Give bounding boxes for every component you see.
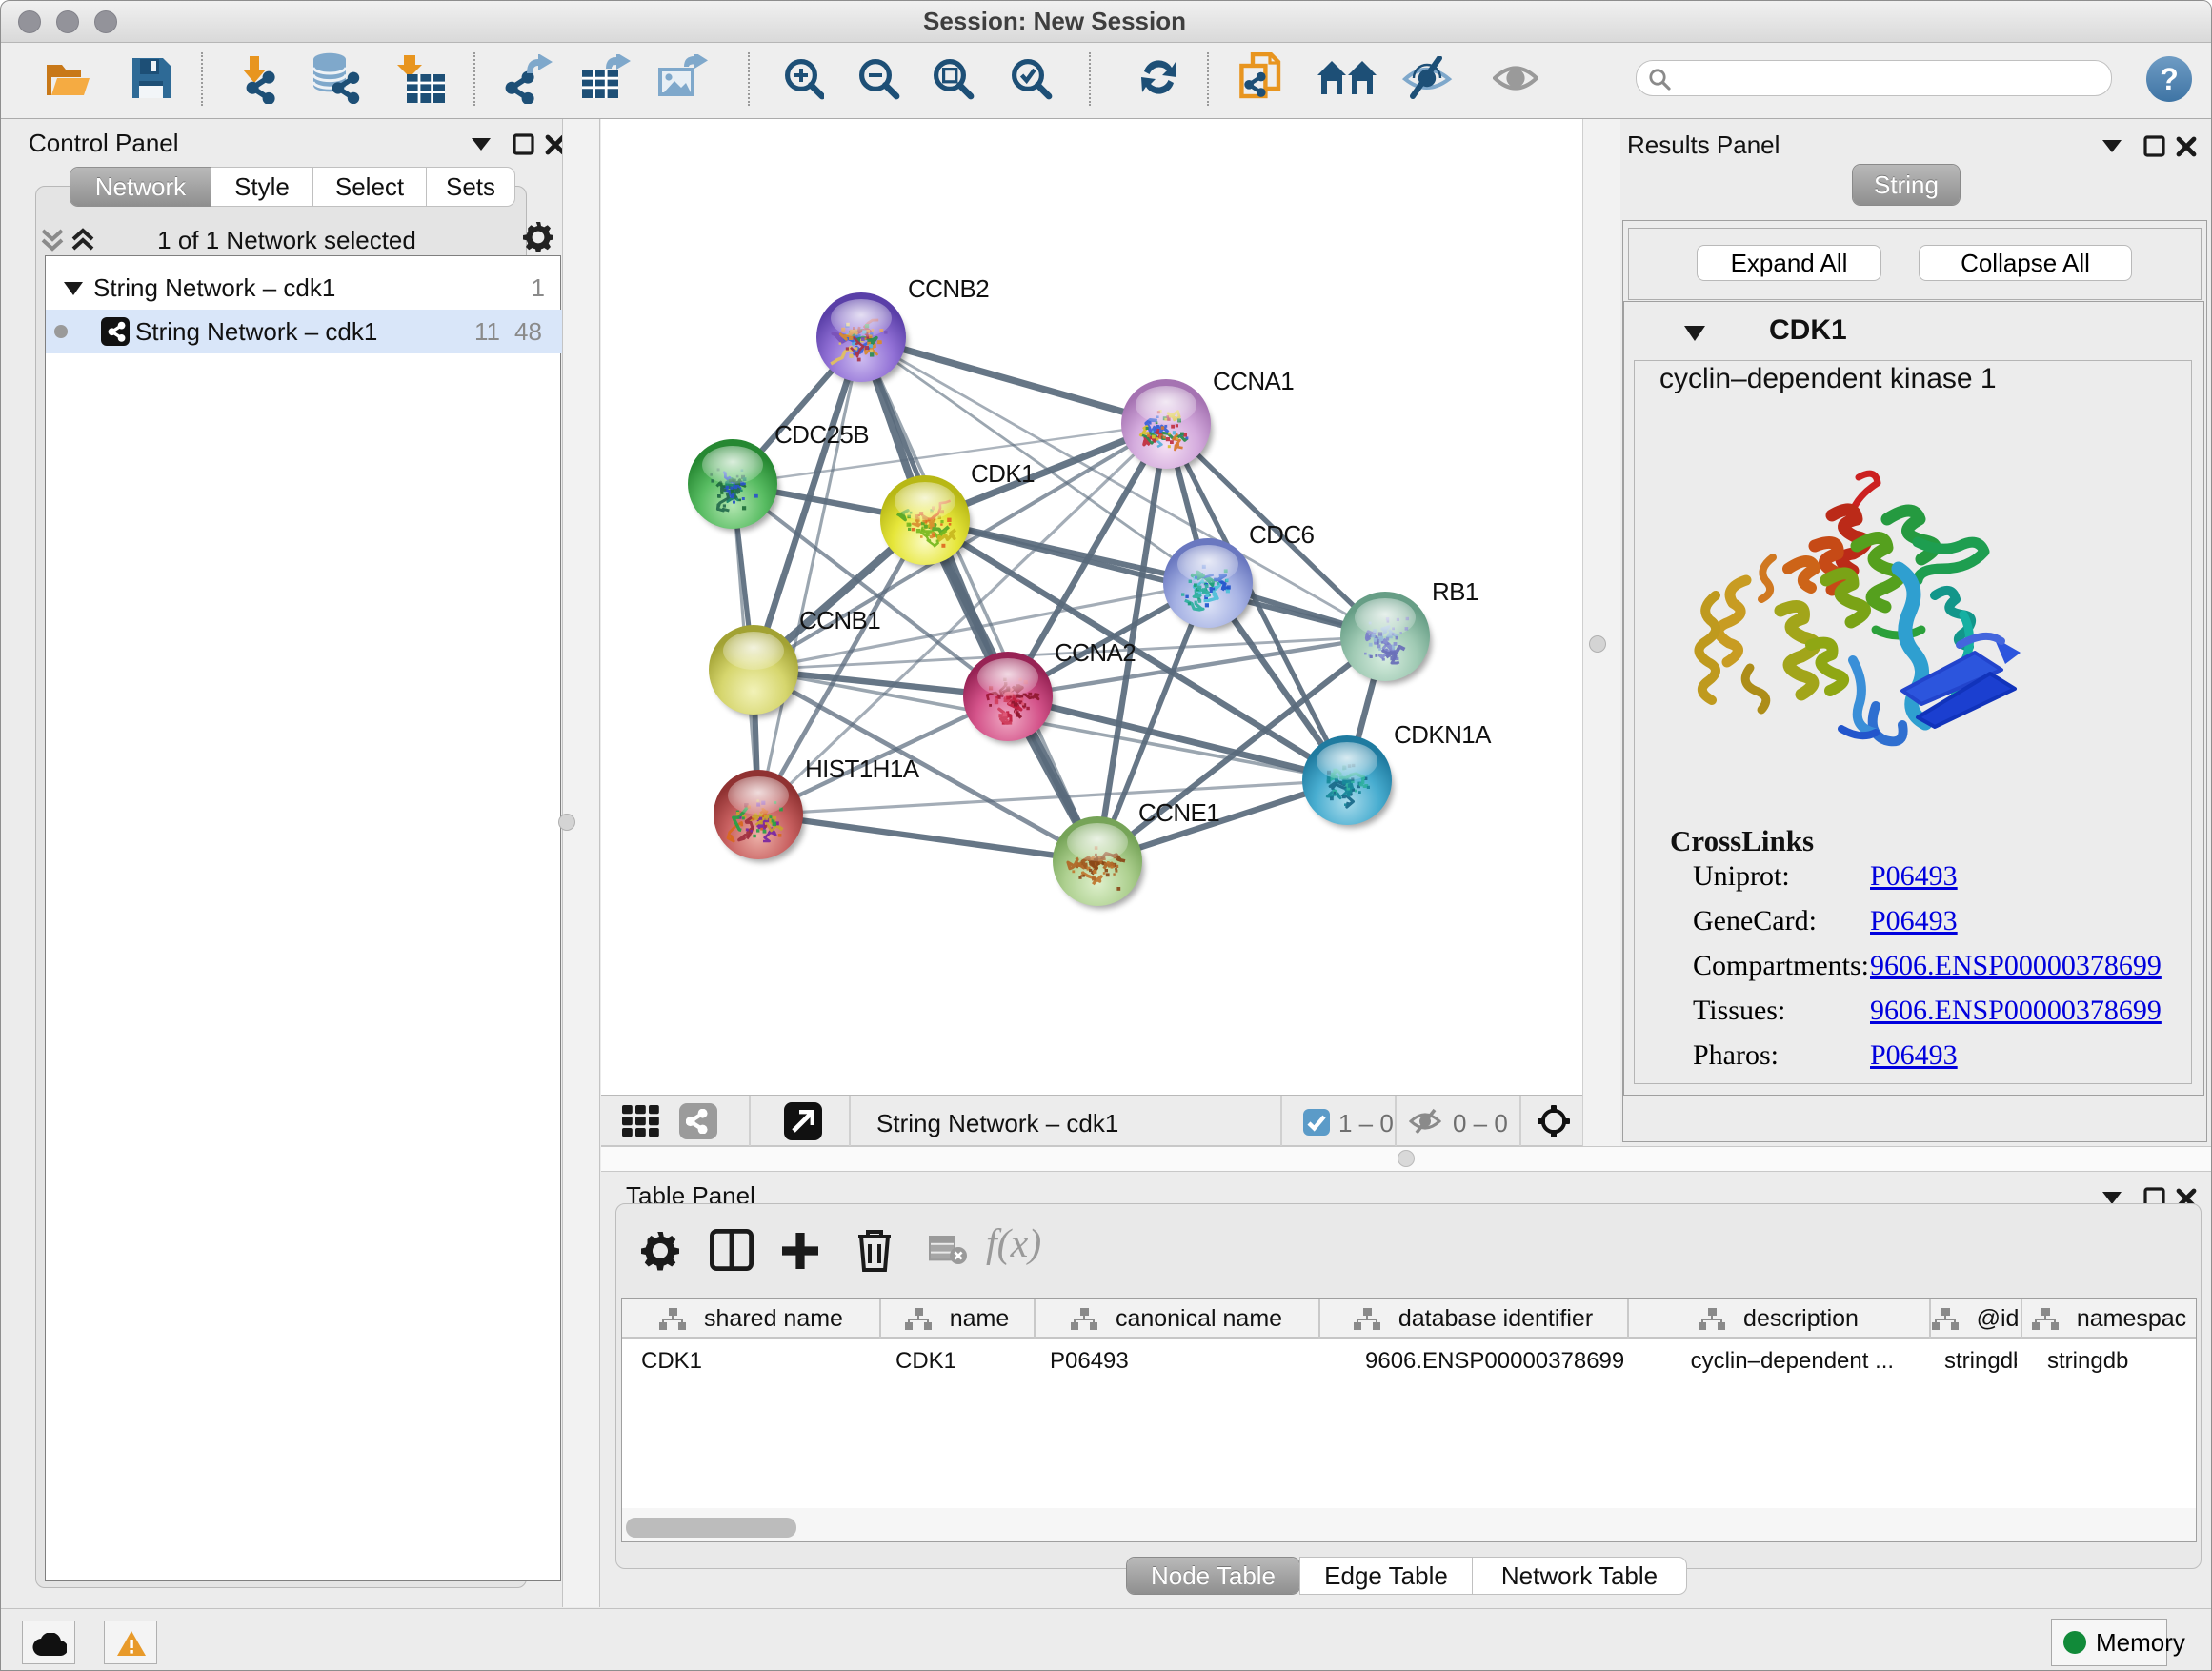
svg-text:CCNE1: CCNE1 xyxy=(1138,798,1219,827)
svg-text:CCNA1: CCNA1 xyxy=(1213,367,1294,395)
svg-text:CDC6: CDC6 xyxy=(1249,520,1315,549)
svg-text:CDC25B: CDC25B xyxy=(774,420,869,449)
svg-text:CDKN1A: CDKN1A xyxy=(1394,720,1492,749)
svg-text:CCNB2: CCNB2 xyxy=(908,274,989,303)
svg-text:CCNA2: CCNA2 xyxy=(1055,638,1136,667)
svg-text:HIST1H1A: HIST1H1A xyxy=(805,755,920,783)
svg-text:CCNB1: CCNB1 xyxy=(799,606,880,634)
svg-text:CDK1: CDK1 xyxy=(971,459,1035,488)
svg-text:RB1: RB1 xyxy=(1432,577,1478,606)
